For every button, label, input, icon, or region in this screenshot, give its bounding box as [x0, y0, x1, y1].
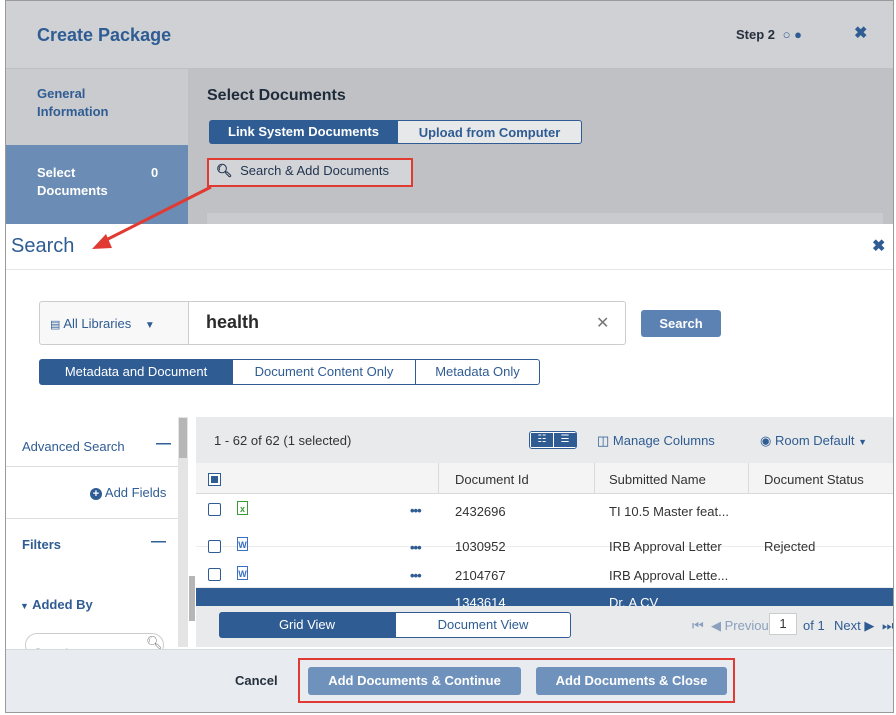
grid-layout-icon[interactable]: ☷ [531, 433, 553, 447]
add-fields-label: Add Fields [104, 485, 167, 500]
step-indicator: Step 2 ○ ● [736, 27, 802, 42]
last-page-icon[interactable]: ⏭ [882, 618, 893, 634]
column-header-document-status[interactable]: Document Status [764, 472, 864, 487]
collapse-filters-icon[interactable]: — [151, 533, 166, 550]
row-checkbox[interactable] [208, 540, 221, 553]
row-checkbox[interactable] [208, 568, 221, 581]
document-view-tab[interactable]: Document View [395, 612, 571, 638]
add-documents-continue-button[interactable]: Add Documents & Continue [308, 667, 521, 695]
grid-view-tab[interactable]: Grid View [219, 612, 395, 638]
step-label: Step 2 [736, 27, 776, 42]
sidebar-item-label: Information [37, 104, 109, 119]
search-input-value: health [206, 312, 260, 332]
plus-circle-icon: + [90, 488, 102, 500]
select-all-checkbox[interactable] [208, 473, 221, 486]
tab-upload-from-computer[interactable]: Upload from Computer [397, 120, 582, 144]
cell-submitted-name: IRB Approval Letter [609, 539, 722, 554]
table-row-selected[interactable]: 1343614 Dr. A CV [196, 588, 893, 607]
list-layout-icon[interactable]: ☰ [554, 433, 576, 447]
eye-icon: ◉ [760, 433, 772, 448]
sidebar-item-label: Select [37, 165, 76, 180]
library-select-label: ▤ All Libraries ▼ [50, 316, 155, 331]
section-title: Select Documents [207, 87, 346, 104]
manage-columns-button[interactable]: ◫ Manage Columns [597, 433, 715, 449]
chevron-right-icon: ▶ [864, 618, 875, 633]
add-documents-close-button[interactable]: Add Documents & Close [536, 667, 727, 695]
row-actions-button[interactable]: ••• [410, 568, 422, 583]
added-by-filter[interactable]: ▼ Added By [20, 597, 93, 612]
chevron-left-icon: ◀ [711, 618, 721, 633]
column-divider [438, 463, 439, 493]
left-panel-scrollbar-thumb[interactable] [179, 418, 187, 458]
next-page-button[interactable]: Next ▶ [834, 618, 874, 634]
sidebar-item-label: General [37, 86, 86, 101]
collapse-advanced-search-icon[interactable]: — [156, 435, 171, 452]
caret-down-icon: ▼ [858, 437, 867, 447]
previous-page-button[interactable]: ◀ Previous [711, 618, 775, 634]
search-icon: 🔍︎ [216, 163, 233, 178]
previous-label: Previous [724, 618, 776, 633]
table-row[interactable] [196, 494, 893, 521]
first-page-icon[interactable]: ⏮ [692, 618, 704, 634]
row-actions-button[interactable]: ••• [410, 503, 422, 518]
column-divider [594, 463, 595, 493]
cell-submitted-name: TI 10.5 Master feat... [609, 504, 729, 519]
clear-search-icon[interactable]: ✕ [596, 313, 609, 333]
layout-toggle[interactable]: ☷ ☰ [529, 431, 577, 449]
row-actions-button[interactable]: ••• [410, 540, 422, 555]
room-default-dropdown[interactable]: ◉ Room Default ▼ [760, 433, 867, 449]
caret-down-icon: ▼ [20, 601, 29, 611]
book-icon: ▤ [50, 319, 61, 331]
library-select-value: All Libraries [63, 316, 132, 331]
column-divider [748, 463, 749, 493]
app-window: Create Package Step 2 ○ ● ✖ General Info… [5, 0, 894, 713]
room-default-label: Room Default [774, 433, 855, 448]
sidebar-item-label: Documents [37, 183, 108, 198]
row-checkbox[interactable] [208, 503, 221, 516]
mode-document-content-only[interactable]: Document Content Only [232, 359, 416, 385]
result-count: 1 - 62 of 62 (1 selected) [214, 433, 352, 448]
added-by-label: Added By [32, 597, 93, 612]
manage-columns-label: Manage Columns [612, 433, 715, 448]
search-add-label: Search & Add Documents [240, 163, 389, 178]
next-label: Next [834, 618, 861, 633]
cell-submitted-name: IRB Approval Lette... [609, 568, 729, 583]
sidebar-item-general-information[interactable]: General Information [6, 69, 188, 145]
divider [6, 518, 178, 519]
word-file-icon: W [237, 566, 248, 580]
columns-icon: ◫ [597, 433, 610, 448]
sidebar-count-badge: 0 [151, 165, 159, 180]
word-file-icon: W [237, 537, 248, 551]
column-header-document-id[interactable]: Document Id [455, 472, 529, 487]
tab-link-system-documents[interactable]: Link System Documents [209, 120, 398, 144]
sidebar-item-select-documents[interactable]: Select Documents 0 [6, 145, 188, 224]
search-add-documents-button[interactable]: 🔍︎ Search & Add Documents [216, 163, 389, 179]
documents-area [207, 213, 883, 224]
advanced-search-title[interactable]: Advanced Search [22, 439, 125, 454]
excel-file-icon: x [237, 501, 248, 515]
create-package-title: Create Package [37, 25, 172, 45]
search-modal-close-icon[interactable]: ✖ [872, 236, 885, 256]
add-fields-button[interactable]: + Add Fields [90, 485, 166, 500]
filters-title: Filters [22, 537, 62, 552]
cell-document-id: 2432696 [455, 504, 506, 519]
cancel-button[interactable]: Cancel [235, 673, 278, 688]
mode-metadata-and-document[interactable]: Metadata and Document [39, 359, 233, 385]
table-row[interactable] [196, 561, 893, 588]
search-button[interactable]: Search [641, 310, 721, 337]
divider [6, 466, 178, 467]
search-modal-title: Search [11, 235, 75, 257]
cell-document-id: 2104767 [455, 568, 506, 583]
chevron-down-icon: ▼ [144, 320, 155, 331]
column-header-submitted-name[interactable]: Submitted Name [609, 472, 706, 487]
cell-document-status: Rejected [764, 539, 816, 554]
grid-scrollbar-thumb[interactable] [189, 576, 195, 621]
cell-document-id: 1030952 [455, 539, 506, 554]
page-number-input[interactable]: 1 [769, 613, 797, 635]
mode-metadata-only[interactable]: Metadata Only [415, 359, 540, 385]
divider [6, 269, 893, 270]
page-of-text: of 1 [803, 618, 825, 633]
create-package-close-icon[interactable]: ✖ [854, 23, 867, 43]
step-dots: ○ ● [782, 27, 802, 42]
